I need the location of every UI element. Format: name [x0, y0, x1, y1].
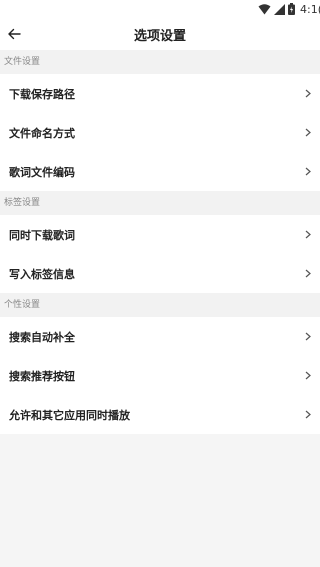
app-bar: 选项设置: [0, 18, 320, 50]
chevron-right-icon: [305, 371, 311, 380]
page-title: 选项设置: [133, 28, 186, 44]
setting-row-write-tags[interactable]: 写入标签信息: [0, 254, 320, 293]
signal-icon: [274, 3, 285, 15]
chevron-right-icon: [305, 332, 311, 341]
setting-row-download-lyrics[interactable]: 同时下载歌词: [0, 215, 320, 254]
setting-label: 同时下载歌词: [9, 228, 75, 242]
battery-icon: [288, 3, 295, 15]
setting-row-search-recommend[interactable]: 搜索推荐按钮: [0, 356, 320, 395]
setting-label: 文件命名方式: [9, 126, 75, 140]
wifi-icon: [258, 3, 271, 15]
setting-row-allow-concurrent-playback[interactable]: 允许和其它应用同时播放: [0, 395, 320, 434]
setting-row-lyrics-encoding[interactable]: 歌词文件编码: [0, 152, 320, 191]
chevron-right-icon: [305, 89, 311, 98]
setting-label: 歌词文件编码: [9, 165, 75, 179]
settings-group-personal: 搜索自动补全 搜索推荐按钮 允许和其它应用同时播放: [0, 317, 320, 434]
arrow-left-icon: [7, 25, 21, 44]
chevron-right-icon: [305, 230, 311, 239]
setting-label: 搜索自动补全: [9, 330, 75, 344]
status-time: 4:1(: [300, 2, 320, 16]
section-header-file: 文件设置: [0, 50, 320, 74]
setting-label: 搜索推荐按钮: [9, 369, 75, 383]
settings-group-file: 下载保存路径 文件命名方式 歌词文件编码: [0, 74, 320, 191]
settings-group-tags: 同时下载歌词 写入标签信息: [0, 215, 320, 293]
section-header-personal: 个性设置: [0, 293, 320, 317]
status-icons: 4:1(: [258, 2, 320, 16]
chevron-right-icon: [305, 128, 311, 137]
section-header-tags: 标签设置: [0, 191, 320, 215]
setting-label: 下载保存路径: [9, 87, 75, 101]
setting-label: 写入标签信息: [9, 267, 75, 281]
chevron-right-icon: [305, 167, 311, 176]
status-bar: 4:1(: [0, 0, 320, 18]
back-button[interactable]: [2, 22, 26, 46]
chevron-right-icon: [305, 410, 311, 419]
setting-row-file-naming[interactable]: 文件命名方式: [0, 113, 320, 152]
setting-row-search-autocomplete[interactable]: 搜索自动补全: [0, 317, 320, 356]
setting-row-download-path[interactable]: 下载保存路径: [0, 74, 320, 113]
setting-label: 允许和其它应用同时播放: [9, 408, 130, 422]
chevron-right-icon: [305, 269, 311, 278]
